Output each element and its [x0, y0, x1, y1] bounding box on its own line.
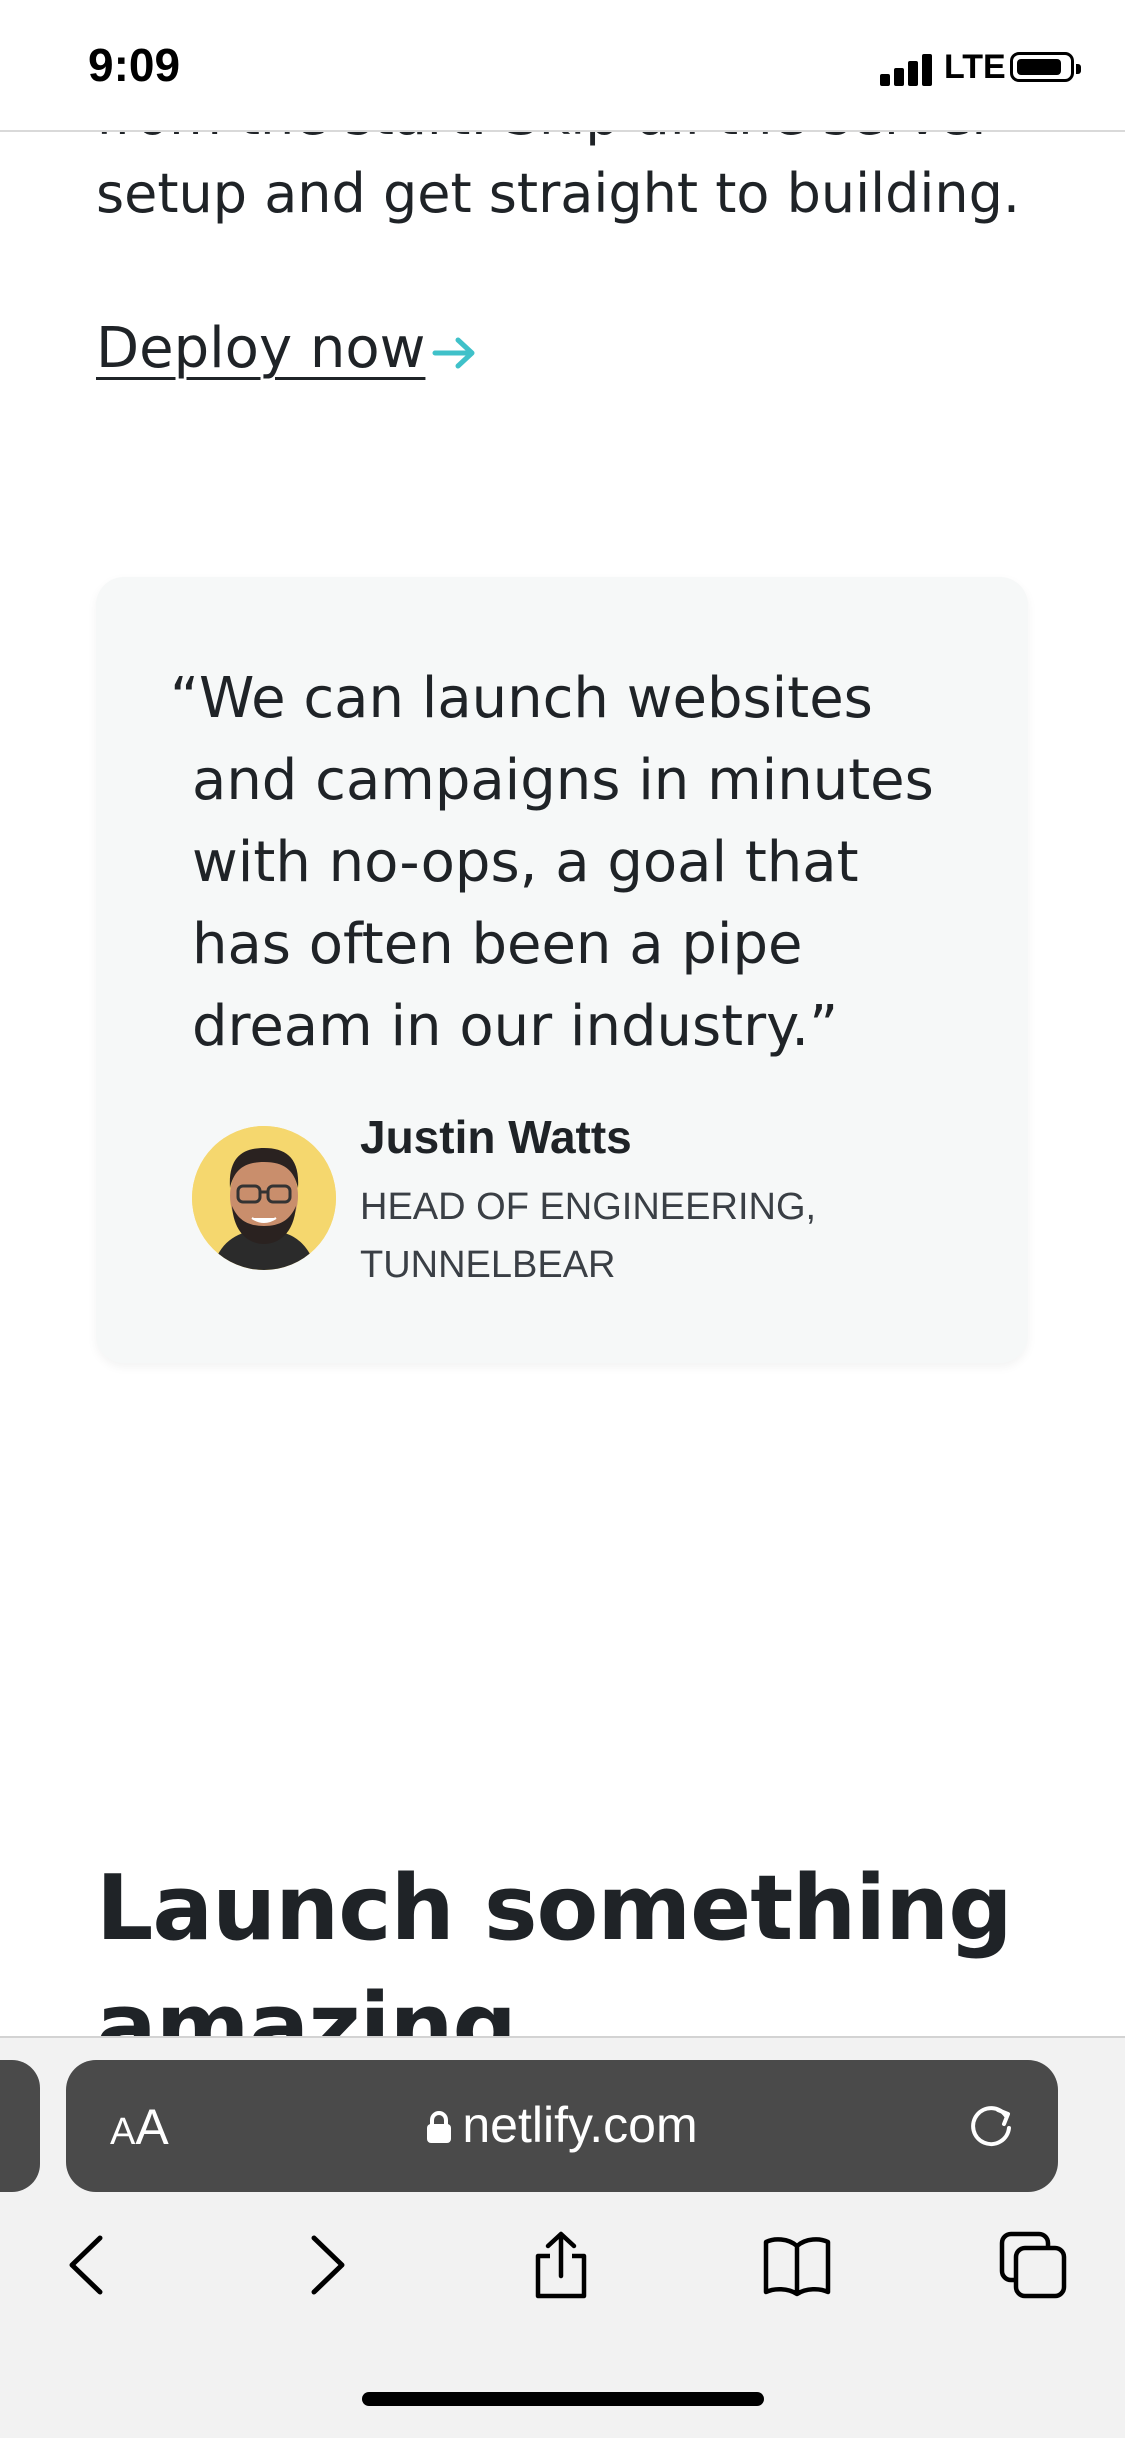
- quote-line: has often been a pipe: [192, 912, 803, 977]
- quote-line: “We can launch websites: [170, 666, 873, 731]
- status-time: 9:09: [88, 39, 181, 91]
- intro-text: setup and get straight to building.: [96, 162, 1021, 225]
- author-role-line: TUNNELBEAR: [360, 1244, 616, 1286]
- address-domain[interactable]: netlify.com: [66, 2096, 1058, 2154]
- testimonial-quote: “We can launch websites and campaigns in…: [170, 658, 950, 1068]
- battery-icon: [1010, 52, 1081, 82]
- domain-text: netlify.com: [462, 2097, 698, 2153]
- arrow-right-icon[interactable]: [432, 333, 478, 373]
- author-role-line: HEAD OF ENGINEERING,: [360, 1186, 817, 1228]
- quote-line: with no-ops, a goal that: [192, 830, 859, 895]
- forward-icon[interactable]: [292, 2230, 362, 2300]
- avatar: [192, 1126, 336, 1270]
- author-name: Justin Watts: [360, 1111, 632, 1163]
- lock-icon: [427, 2111, 452, 2143]
- share-icon[interactable]: [526, 2230, 596, 2300]
- signal-icon: [880, 52, 936, 86]
- author-role: HEAD OF ENGINEERING, TUNNELBEAR: [360, 1178, 980, 1294]
- network-type: LTE: [944, 48, 1006, 86]
- bookmarks-icon[interactable]: [762, 2230, 832, 2300]
- quote-line: dream in our industry.”: [192, 994, 839, 1059]
- reload-icon[interactable]: [964, 2098, 1018, 2152]
- address-bar[interactable]: AA netlify.com: [66, 2060, 1058, 2192]
- adjacent-tab-preview[interactable]: [0, 2060, 40, 2192]
- person-photo-icon: [192, 1126, 336, 1270]
- status-bar: 9:09 LTE: [0, 0, 1125, 132]
- back-icon[interactable]: [52, 2230, 122, 2300]
- tabs-icon[interactable]: [998, 2230, 1068, 2300]
- home-indicator[interactable]: [362, 2392, 764, 2406]
- deploy-now-link[interactable]: Deploy now: [96, 316, 425, 381]
- quote-line: and campaigns in minutes: [192, 748, 934, 813]
